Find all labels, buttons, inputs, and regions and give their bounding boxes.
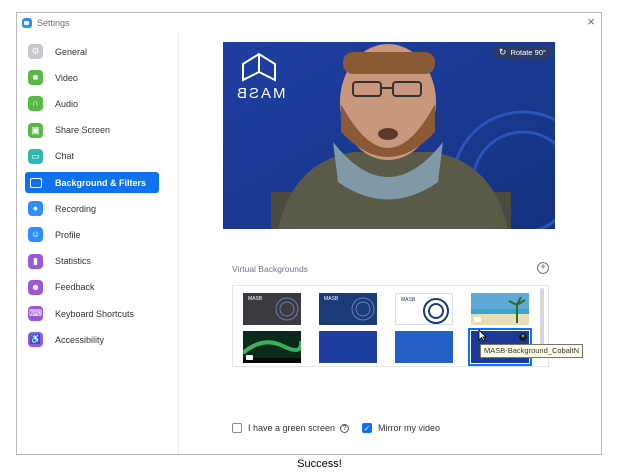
sidebar-item-label: Statistics [55,256,92,267]
camera-feed [223,42,555,229]
mirror-video-checkbox[interactable]: ✓ [362,423,372,433]
masb-logo-text: MASB [235,85,286,102]
sidebar-item-keyboard-shortcuts[interactable]: ⌨ Keyboard Shortcuts [25,303,159,324]
sidebar-item-label: Video [55,72,78,83]
video-preview: MASB ↻ Rotate 90° [223,42,555,229]
video-icon [246,355,253,360]
mouse-cursor-icon [478,329,487,342]
sidebar-item-label: Chat [55,151,75,162]
rotate-icon: ↻ [498,46,507,57]
sidebar-item-label: Accessibility [55,334,105,345]
sidebar-item-label: Feedback [55,282,95,293]
background-thumbnail[interactable] [395,331,453,363]
sidebar-item-label: Share Screen [55,125,111,136]
title-bar: Settings × [17,13,601,33]
sidebar-item-label: General [55,46,88,57]
video-icon [474,317,481,322]
thumbnail-label: MASB [324,296,339,302]
sidebar-item-video[interactable]: ■ Video [25,67,159,88]
rotate-button[interactable]: ↻ Rotate 90° [493,45,551,59]
thumbnail-label: MASB [248,296,263,302]
thumbnail-label: MASB [401,297,416,303]
sidebar-item-accessibility[interactable]: ♿ Accessibility [25,329,159,350]
add-background-icon[interactable]: + [537,262,549,274]
mirror-video-option[interactable]: ✓ Mirror my video [362,423,440,433]
sidebar-item-label: Background & Filters [55,177,147,188]
mirror-video-label: Mirror my video [378,423,441,433]
sidebar-item-background-filters[interactable]: Background & Filters [25,172,159,193]
sidebar-item-label: Recording [55,203,97,214]
headphones-icon: ∩ [28,96,43,112]
sidebar-item-statistics[interactable]: ▮ Statistics [25,251,159,272]
background-thumbnail[interactable] [319,331,377,363]
help-icon[interactable]: ? [340,423,350,433]
background-tooltip: MASB-Background_CobaltN [480,344,584,358]
background-thumbnail[interactable]: MASB [243,293,301,325]
gear-icon: ⚙ [28,44,43,59]
delete-icon[interactable]: × [519,333,527,341]
sidebar-item-audio[interactable]: ∩ Audio [25,93,159,114]
rotate-label: Rotate 90° [510,47,546,57]
sidebar-item-share-screen[interactable]: ▣ Share Screen [25,120,159,141]
caption: Success! [297,458,342,470]
background-thumbnail[interactable] [243,331,301,363]
feedback-icon: ☻ [28,279,43,295]
keyboard-icon: ⌨ [28,306,43,321]
background-icon [30,177,42,188]
green-screen-label: I have a green screen [248,423,336,433]
sidebar-item-chat[interactable]: ▭ Chat [25,146,159,167]
video-camera-icon: ■ [28,70,43,86]
green-screen-option[interactable]: I have a green screen ? [232,423,350,433]
statistics-icon: ▮ [28,253,43,269]
settings-window: Settings × ⚙ General ■ Video ∩ Audio ▣ Share Sc… [16,12,602,455]
settings-sidebar: ⚙ General ■ Video ∩ Audio ▣ Share Screen ▭ Chat Ba… [17,33,179,454]
background-thumbnail[interactable]: MASB [319,293,377,325]
profile-icon: ☺ [28,227,43,243]
sidebar-item-label: Keyboard Shortcuts [55,308,135,319]
accessibility-icon: ♿ [28,332,43,348]
background-thumbnail[interactable] [471,293,529,325]
background-thumbnail[interactable]: MASB [395,293,453,325]
sidebar-item-profile[interactable]: ☺ Profile [25,224,159,245]
chat-bubble-icon: ▭ [28,148,43,164]
scrollbar[interactable] [540,288,544,350]
record-icon: ● [28,201,43,217]
sidebar-item-general[interactable]: ⚙ General [25,41,159,62]
sidebar-item-recording[interactable]: ● Recording [25,198,159,219]
window-title: Settings [37,18,70,28]
share-screen-icon: ▣ [28,122,43,138]
virtual-backgrounds-label: Virtual Backgrounds [232,264,308,274]
close-icon[interactable]: × [587,15,595,29]
sidebar-item-label: Profile [55,229,81,240]
green-screen-checkbox[interactable] [232,423,242,433]
zoom-app-icon [22,18,32,28]
sidebar-item-label: Audio [55,98,79,109]
sidebar-item-feedback[interactable]: ☻ Feedback [25,277,159,298]
